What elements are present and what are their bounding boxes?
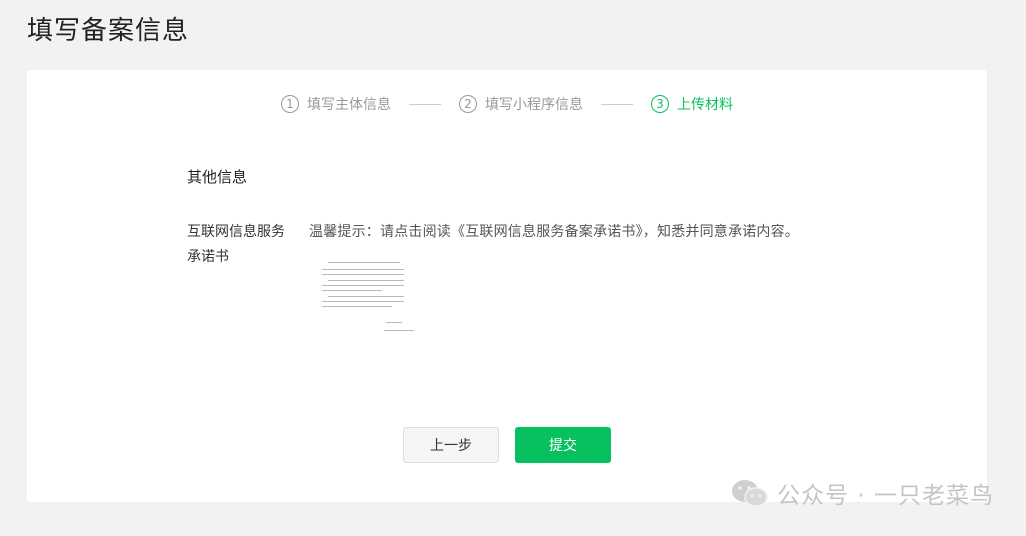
submit-button[interactable]: 提交 <box>515 427 611 463</box>
wechat-icon <box>732 480 768 507</box>
main-card: 1 填写主体信息 2 填写小程序信息 3 上传材料 其他信息 互联网信息服务承诺… <box>27 70 987 502</box>
step-1: 1 填写主体信息 <box>281 94 391 114</box>
step-3-number: 3 <box>651 95 669 113</box>
step-1-label: 填写主体信息 <box>307 97 391 113</box>
step-divider <box>601 103 633 105</box>
step-3: 3 上传材料 <box>651 94 733 114</box>
previous-step-button[interactable]: 上一步 <box>403 427 499 463</box>
section-title: 其他信息 <box>187 168 248 186</box>
page-title: 填写备案信息 <box>27 16 190 46</box>
commitment-tip[interactable]: 温馨提示：请点击阅读《互联网信息服务备案承诺书》，知悉并同意承诺内容。 <box>309 221 799 241</box>
step-2-number: 2 <box>459 95 477 113</box>
commitment-document-thumbnail[interactable] <box>314 256 414 340</box>
step-2-label: 填写小程序信息 <box>485 97 583 113</box>
step-1-number: 1 <box>281 95 299 113</box>
commitment-label: 互联网信息服务承诺书 <box>187 224 285 265</box>
stepper: 1 填写主体信息 2 填写小程序信息 3 上传材料 <box>27 94 987 114</box>
step-3-label: 上传材料 <box>677 97 733 113</box>
step-2: 2 填写小程序信息 <box>459 94 583 114</box>
watermark: 公众号 · 一只老菜鸟 <box>729 476 994 510</box>
watermark-text: 公众号 · 一只老菜鸟 <box>777 483 994 509</box>
step-divider <box>409 103 441 105</box>
